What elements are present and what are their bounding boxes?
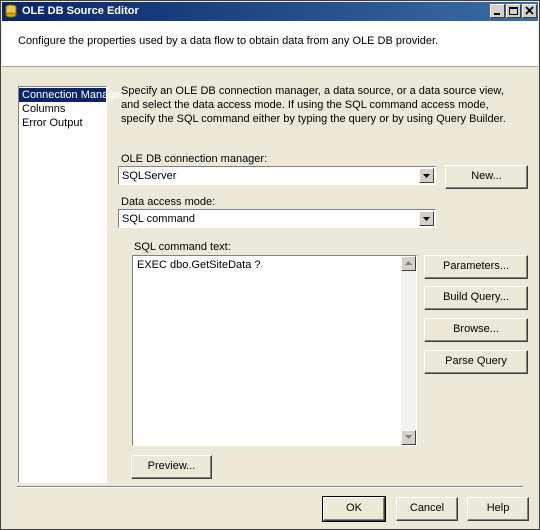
minimize-button[interactable] bbox=[490, 4, 505, 18]
parse-query-button[interactable]: Parse Query bbox=[424, 350, 528, 374]
header-area: Configure the properties used by a data … bbox=[2, 21, 538, 67]
connection-manager-label: OLE DB connection manager: bbox=[121, 153, 268, 165]
cancel-button[interactable]: Cancel bbox=[396, 497, 458, 521]
sidebar-item-columns[interactable]: Columns bbox=[19, 102, 106, 116]
ok-button[interactable]: OK bbox=[322, 496, 386, 522]
sql-command-text-label: SQL command text: bbox=[134, 241, 231, 253]
browse-button[interactable]: Browse... bbox=[424, 318, 528, 342]
new-connection-button[interactable]: New... bbox=[445, 165, 528, 189]
build-query-button[interactable]: Build Query... bbox=[424, 286, 528, 310]
sidebar-item-connection-manager[interactable]: Connection Manager bbox=[19, 88, 124, 102]
connection-manager-value: SQLServer bbox=[122, 170, 177, 182]
window-title: OLE DB Source Editor bbox=[22, 5, 139, 17]
ssis-app-icon bbox=[5, 4, 17, 18]
page-navigation-list[interactable]: Connection Manager Columns Error Output bbox=[18, 86, 124, 483]
scroll-down-arrow-icon[interactable] bbox=[401, 430, 416, 445]
data-access-mode-value: SQL command bbox=[122, 213, 195, 225]
title-bar[interactable]: OLE DB Source Editor bbox=[2, 2, 538, 21]
parameters-button[interactable]: Parameters... bbox=[424, 255, 528, 279]
preview-button[interactable]: Preview... bbox=[131, 455, 212, 479]
access-mode-dropdown-arrow-icon[interactable] bbox=[419, 211, 434, 226]
ole-db-source-editor-window: OLE DB Source Editor Configure the prope… bbox=[0, 0, 540, 530]
connection-dropdown-arrow-icon[interactable] bbox=[419, 168, 434, 183]
connection-manager-description: Specify an OLE DB connection manager, a … bbox=[121, 85, 506, 125]
sql-command-text: EXEC dbo.GetSiteData ? bbox=[137, 259, 261, 271]
footer-divider bbox=[17, 486, 523, 488]
header-description: Configure the properties used by a data … bbox=[18, 35, 439, 47]
help-button[interactable]: Help bbox=[467, 497, 529, 521]
data-access-mode-dropdown[interactable]: SQL command bbox=[118, 209, 436, 228]
sidebar-item-error-output[interactable]: Error Output bbox=[19, 116, 106, 130]
connection-manager-dropdown[interactable]: SQLServer bbox=[118, 166, 436, 185]
scroll-up-arrow-icon[interactable] bbox=[401, 256, 416, 271]
maximize-button[interactable] bbox=[506, 4, 521, 18]
sql-command-textarea[interactable]: EXEC dbo.GetSiteData ? bbox=[132, 255, 417, 446]
close-button[interactable] bbox=[522, 4, 537, 18]
data-access-mode-label: Data access mode: bbox=[121, 196, 216, 208]
sql-vertical-scrollbar[interactable] bbox=[401, 256, 416, 445]
